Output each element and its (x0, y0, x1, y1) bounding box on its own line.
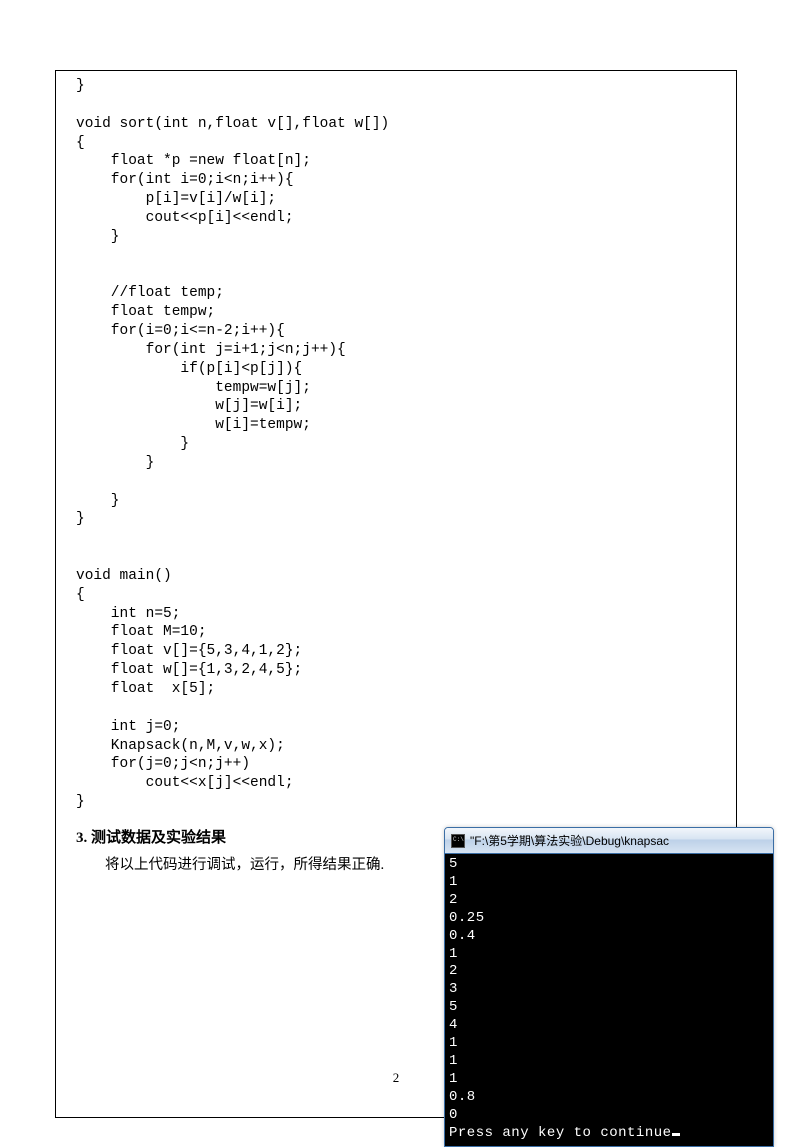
page-number: 2 (0, 1070, 792, 1086)
console-titlebar[interactable]: "F:\第5学期\算法实验\Debug\knapsac (445, 828, 773, 854)
console-title-text: "F:\第5学期\算法实验\Debug\knapsac (470, 832, 669, 849)
cursor-icon (672, 1133, 680, 1136)
code-listing: } void sort(int n,float v[],float w[]) {… (76, 77, 716, 812)
console-output-text: 5 1 2 0.25 0.4 1 2 3 5 4 1 1 1 0.8 0 Pre… (449, 856, 672, 1141)
console-output[interactable]: 5 1 2 0.25 0.4 1 2 3 5 4 1 1 1 0.8 0 Pre… (445, 854, 773, 1146)
cmd-icon (451, 834, 465, 848)
console-window: "F:\第5学期\算法实验\Debug\knapsac 5 1 2 0.25 0… (444, 827, 774, 1147)
